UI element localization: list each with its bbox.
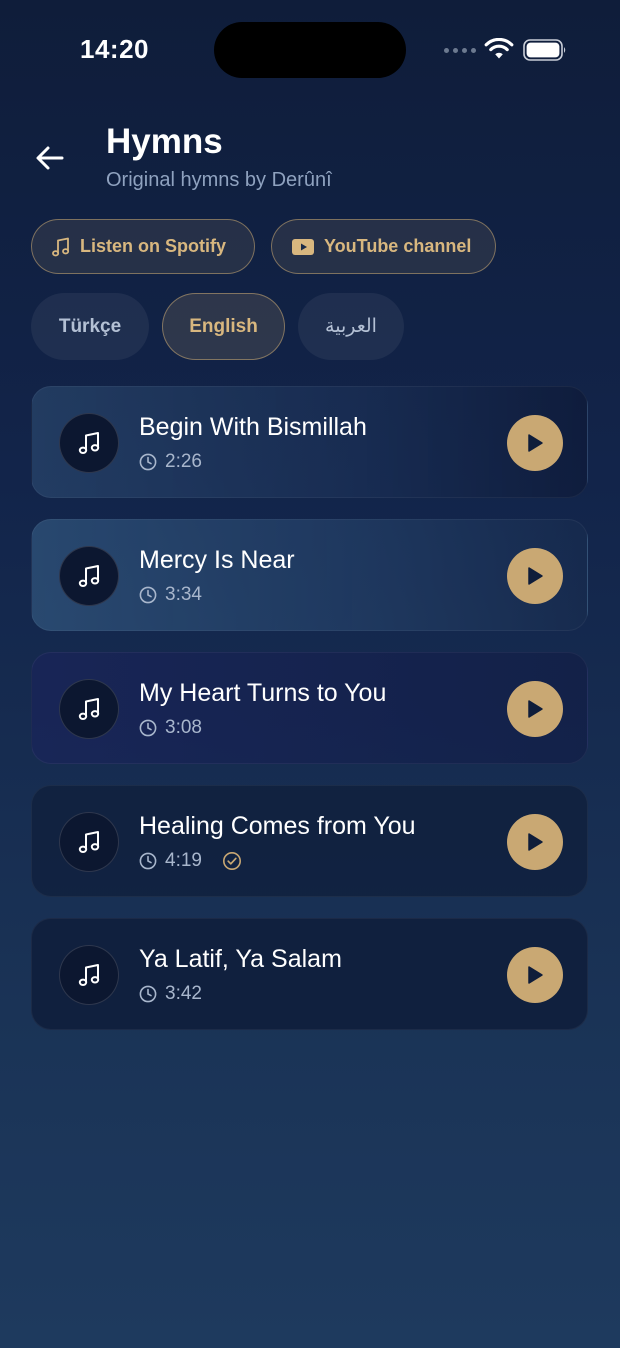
track-icon xyxy=(59,812,119,872)
youtube-label: YouTube channel xyxy=(324,236,472,256)
youtube-channel-button[interactable]: YouTube channel xyxy=(271,219,496,274)
track-title: Begin With Bismillah xyxy=(139,413,367,441)
play-icon xyxy=(528,966,543,984)
language-arabic[interactable]: العربية xyxy=(298,293,404,360)
youtube-icon xyxy=(292,238,314,255)
track-duration: 3:08 xyxy=(165,717,202,738)
music-note-icon xyxy=(78,698,100,720)
music-note-icon xyxy=(78,964,100,986)
battery-icon xyxy=(523,39,566,61)
track-icon xyxy=(59,945,119,1005)
track-duration: 3:34 xyxy=(165,584,202,605)
page-subtitle: Original hymns by Derûnî xyxy=(106,169,332,191)
track-icon xyxy=(59,413,119,473)
status-bar: 14:20 xyxy=(0,0,620,100)
language-turkish[interactable]: Türkçe xyxy=(31,293,149,360)
track-item[interactable]: Mercy Is Near 3:34 xyxy=(31,519,588,631)
check-circle-icon xyxy=(222,852,241,870)
cellular-signal-icon xyxy=(444,48,476,53)
track-item[interactable]: Begin With Bismillah 2:26 xyxy=(31,386,588,498)
track-icon xyxy=(59,679,119,739)
track-meta: 4:19 xyxy=(139,850,242,872)
dynamic-island xyxy=(214,22,406,78)
track-meta: 2:26 xyxy=(139,451,202,473)
status-time: 14:20 xyxy=(80,34,149,64)
track-meta: 3:42 xyxy=(139,983,202,1005)
track-duration: 2:26 xyxy=(165,451,202,472)
page-title: Hymns xyxy=(106,122,223,161)
track-title: Ya Latif, Ya Salam xyxy=(139,945,342,973)
play-button[interactable] xyxy=(507,814,563,870)
clock-icon xyxy=(139,852,157,870)
track-title: Healing Comes from You xyxy=(139,812,416,840)
track-item[interactable]: Healing Comes from You 4:19 xyxy=(31,785,588,897)
music-note-icon xyxy=(78,565,100,587)
track-list: Begin With Bismillah 2:26 Mercy Is Near xyxy=(31,386,588,1051)
clock-icon xyxy=(139,453,157,471)
listen-on-spotify-button[interactable]: Listen on Spotify xyxy=(31,219,255,274)
track-icon xyxy=(59,546,119,606)
track-meta: 3:34 xyxy=(139,584,202,606)
track-item[interactable]: My Heart Turns to You 3:08 xyxy=(31,652,588,764)
play-button[interactable] xyxy=(507,415,563,471)
language-english[interactable]: English xyxy=(162,293,285,360)
music-note-icon xyxy=(52,237,70,256)
track-meta: 3:08 xyxy=(139,717,202,739)
play-button[interactable] xyxy=(507,548,563,604)
play-icon xyxy=(528,700,543,718)
arrow-left-icon xyxy=(36,146,64,170)
music-note-icon xyxy=(78,831,100,853)
clock-icon xyxy=(139,586,157,604)
clock-icon xyxy=(139,985,157,1003)
track-item[interactable]: Ya Latif, Ya Salam 3:42 xyxy=(31,918,588,1030)
track-title: My Heart Turns to You xyxy=(139,679,387,707)
play-icon xyxy=(528,833,543,851)
track-title: Mercy Is Near xyxy=(139,546,295,574)
spotify-label: Listen on Spotify xyxy=(80,236,226,256)
music-note-icon xyxy=(78,432,100,454)
back-button[interactable] xyxy=(30,140,70,176)
play-icon xyxy=(528,434,543,452)
play-icon xyxy=(528,567,543,585)
wifi-icon xyxy=(484,38,514,59)
play-button[interactable] xyxy=(507,681,563,737)
track-duration: 3:42 xyxy=(165,983,202,1004)
track-duration: 4:19 xyxy=(165,850,202,871)
clock-icon xyxy=(139,719,157,737)
play-button[interactable] xyxy=(507,947,563,1003)
